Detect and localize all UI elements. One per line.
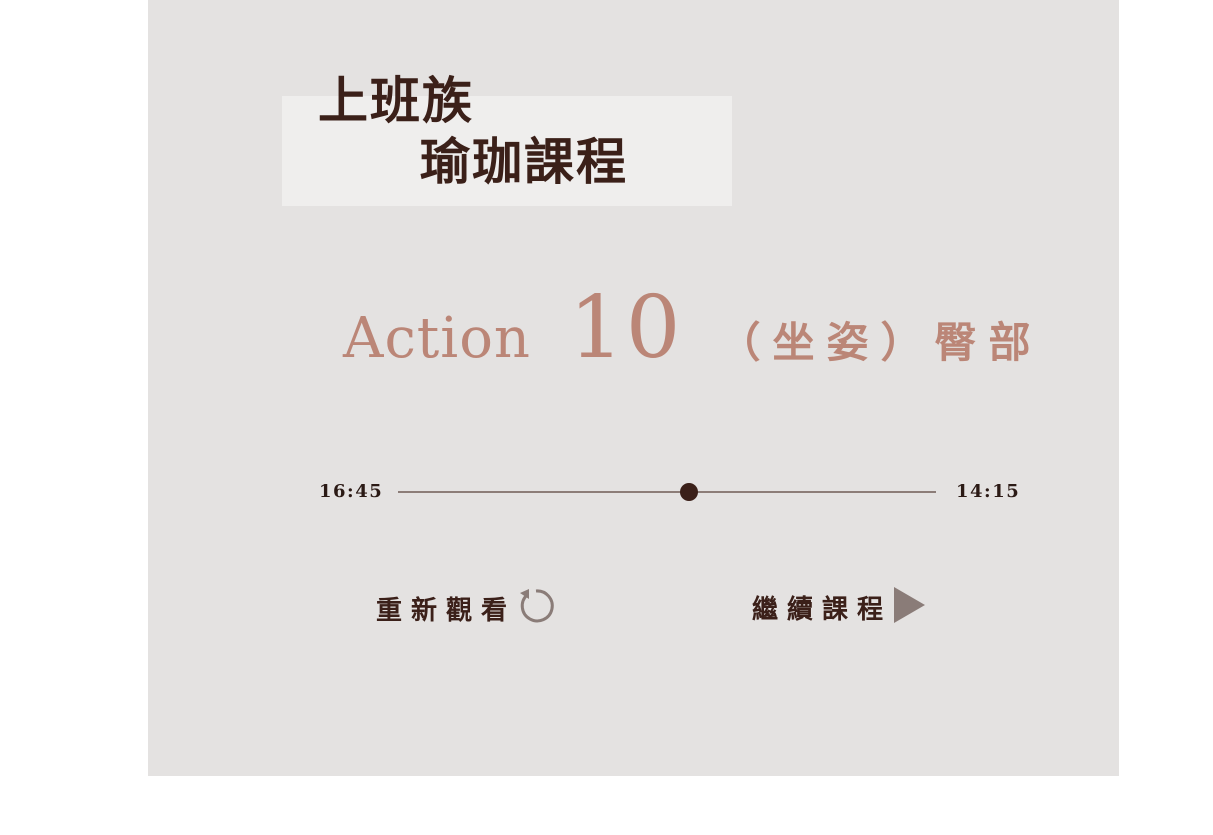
replay-label: 重新觀看 <box>376 595 517 626</box>
progress-handle[interactable] <box>679 483 698 501</box>
action-number: 10 <box>569 278 683 378</box>
play-icon <box>892 586 926 628</box>
remaining-time: 14:15 <box>956 481 1021 502</box>
action-heading: Action 10 （坐姿）臀部 <box>343 278 1042 378</box>
course-title-line2: 瑜珈課程 <box>420 132 628 191</box>
elapsed-time: 16:45 <box>319 481 384 502</box>
course-title-line1: 上班族 <box>318 71 474 130</box>
continue-label: 繼續課程 <box>752 594 893 625</box>
course-panel: 上班族 瑜珈課程 Action 10 （坐姿）臀部 16:45 14:15 重新… <box>148 0 1119 776</box>
action-word: Action <box>343 306 531 371</box>
replay-button[interactable]: 重新觀看 <box>376 586 556 630</box>
progress-track[interactable] <box>398 491 936 493</box>
action-subtitle: （坐姿）臀部 <box>718 318 1043 367</box>
replay-icon <box>516 586 556 630</box>
continue-button[interactable]: 繼續課程 <box>752 586 926 628</box>
